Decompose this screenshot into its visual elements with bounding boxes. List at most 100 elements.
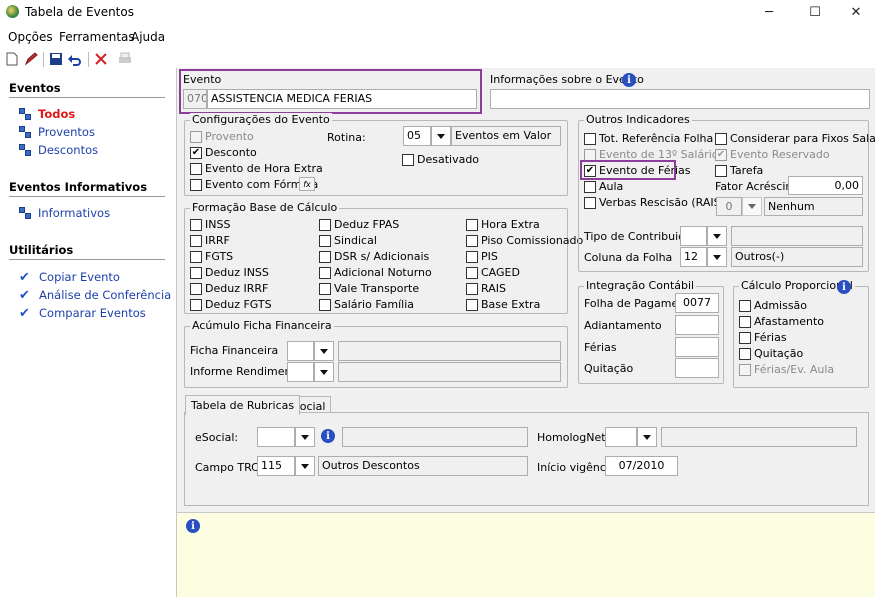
formacao-checkbox[interactable]: Hora Extra	[466, 218, 540, 231]
config-group-label: Configurações do Evento	[190, 113, 332, 126]
ferias-contabil-label: Férias	[584, 341, 617, 354]
save-icon[interactable]	[48, 51, 64, 67]
rotina-dropdown[interactable]	[431, 126, 451, 146]
informe-rendimentos-dropdown[interactable]	[314, 362, 334, 382]
hora-extra-checkbox[interactable]: Evento de Hora Extra	[190, 162, 323, 175]
ferias-contabil-field[interactable]	[675, 337, 719, 357]
list-icon	[19, 125, 32, 139]
desconto-checkbox[interactable]: ✔ Desconto	[190, 146, 257, 159]
ficha-financeira-label: Ficha Financeira	[190, 344, 279, 357]
menu-ajuda[interactable]: Ajuda	[131, 30, 165, 44]
inicio-vigencia-field[interactable]: 07/2010	[605, 456, 678, 476]
formacao-checkbox[interactable]: Base Extra	[466, 298, 540, 311]
evento-ferias-highlight-box	[580, 160, 676, 180]
edit-icon[interactable]	[23, 51, 39, 67]
tipo-contribuicao-field[interactable]	[680, 226, 707, 246]
maximize-button[interactable]: ☐	[792, 0, 838, 24]
formacao-checkbox[interactable]: RAIS	[466, 282, 506, 295]
menu-opcoes[interactable]: Opções	[8, 30, 53, 44]
evento-reservado-checkbox[interactable]: ✔ Evento Reservado	[715, 148, 830, 161]
checkmark-icon: ✔	[19, 305, 30, 321]
rotina-desc-field: Eventos em Valor	[451, 126, 561, 146]
formacao-checkbox[interactable]: Deduz IRRF	[190, 282, 268, 295]
formacao-checkbox[interactable]: Deduz INSS	[190, 266, 269, 279]
coluna-folha-label: Coluna da Folha	[584, 251, 673, 264]
aula-checkbox[interactable]: Aula	[584, 180, 623, 193]
ferias-proporcional-checkbox[interactable]: Férias	[739, 331, 787, 344]
acumulo-group-label: Acúmulo Ficha Financeira	[190, 319, 334, 332]
new-doc-icon[interactable]	[4, 51, 20, 67]
coluna-folha-field[interactable]: 12	[680, 247, 707, 267]
tot-referencia-checkbox[interactable]: Tot. Referência Folha	[584, 132, 713, 145]
formacao-checkbox[interactable]: Salário Família	[319, 298, 414, 311]
info-evento-field[interactable]	[490, 89, 870, 109]
app-icon	[6, 5, 19, 18]
formacao-checkbox[interactable]: Deduz FGTS	[190, 298, 272, 311]
homolognet-label: HomologNet:	[537, 431, 610, 444]
formacao-checkbox[interactable]: DSR s/ Adicionais	[319, 250, 429, 263]
formacao-checkbox[interactable]: Sindical	[319, 234, 377, 247]
tab-tabela-rubricas[interactable]: Tabela de Rubricas	[185, 395, 301, 415]
fator-acrescimo-field[interactable]: 0,00	[788, 176, 863, 195]
formacao-checkbox[interactable]: Adicional Noturno	[319, 266, 432, 279]
divider	[9, 97, 165, 98]
print-icon[interactable]	[117, 51, 133, 67]
memo-area[interactable]	[177, 512, 875, 597]
formula-fx-icon[interactable]: fx	[299, 177, 315, 191]
ficha-financeira-field[interactable]	[287, 341, 314, 361]
campo-trct-field[interactable]: 115	[257, 456, 295, 476]
sidebar-item-descontos[interactable]: Descontos	[19, 143, 98, 157]
tipo-contribuicao-dropdown[interactable]	[707, 226, 727, 246]
admissao-checkbox[interactable]: Admissão	[739, 299, 807, 312]
divider	[9, 259, 165, 260]
formacao-checkbox[interactable]: INSS	[190, 218, 230, 231]
quitacao-contabil-field[interactable]	[675, 358, 719, 378]
afastamento-checkbox[interactable]: Afastamento	[739, 315, 824, 328]
tarefa-checkbox[interactable]: Tarefa	[715, 164, 763, 177]
formacao-checkbox[interactable]: Piso Comissionado	[466, 234, 583, 247]
formacao-checkbox[interactable]: Vale Transporte	[319, 282, 419, 295]
considerar-fixos-checkbox[interactable]: Considerar para Fixos Salariais	[715, 132, 875, 145]
folha-pagamento-field[interactable]: 0077	[675, 293, 719, 313]
sidebar-item-comparar[interactable]: ✔ Comparar Eventos	[19, 306, 146, 320]
coluna-folha-dropdown[interactable]	[707, 247, 727, 267]
sidebar-item-todos[interactable]: Todos	[19, 107, 75, 121]
verbas-rescisao-checkbox[interactable]: Verbas Rescisão (RAIS)	[584, 196, 725, 209]
rotina-field[interactable]: 05	[403, 126, 431, 146]
formacao-checkbox[interactable]: IRRF	[190, 234, 230, 247]
undo-icon[interactable]	[67, 51, 83, 67]
esocial-field[interactable]	[257, 427, 295, 447]
sidebar-item-proventos[interactable]: Proventos	[19, 125, 95, 139]
adiantamento-field[interactable]	[675, 315, 719, 335]
ficha-financeira-dropdown[interactable]	[314, 341, 334, 361]
info-icon[interactable]: i	[622, 73, 636, 87]
homolognet-dropdown[interactable]	[637, 427, 657, 447]
homolognet-field[interactable]	[605, 427, 637, 447]
desativado-checkbox[interactable]: Desativado	[402, 153, 479, 166]
formacao-checkbox[interactable]: PIS	[466, 250, 498, 263]
provento-checkbox[interactable]: Provento	[190, 130, 254, 143]
verbas-rescisao-dropdown[interactable]	[742, 197, 762, 216]
sidebar-item-informativos[interactable]: Informativos	[19, 206, 110, 220]
formacao-checkbox[interactable]: FGTS	[190, 250, 233, 263]
informe-rendimentos-field[interactable]	[287, 362, 314, 382]
list-icon	[19, 107, 32, 121]
esocial-dropdown[interactable]	[295, 427, 315, 447]
coluna-folha-desc: Outros(-)	[731, 247, 863, 267]
delete-icon[interactable]	[93, 51, 109, 67]
verbas-rescisao-field[interactable]: 0	[716, 197, 742, 216]
sidebar-item-analise[interactable]: ✔ Análise de Conferência	[19, 288, 171, 302]
sidebar-item-copiar[interactable]: ✔ Copiar Evento	[19, 270, 120, 284]
minimize-button[interactable]: ─	[746, 0, 792, 24]
quitacao-proporcional-checkbox[interactable]: Quitação	[739, 347, 803, 360]
toolbar-separator	[43, 52, 44, 67]
formacao-checkbox[interactable]: CAGED	[466, 266, 520, 279]
campo-trct-dropdown[interactable]	[295, 456, 315, 476]
esocial-info-icon[interactable]: i	[321, 429, 335, 443]
ferias-aula-checkbox[interactable]: Férias/Ev. Aula	[739, 363, 834, 376]
formacao-checkbox[interactable]: Deduz FPAS	[319, 218, 399, 231]
close-button[interactable]: ✕	[833, 0, 875, 24]
menu-ferramentas[interactable]: Ferramentas	[59, 30, 135, 44]
sidebar-eventos-title: Eventos	[9, 81, 61, 95]
calculo-info-icon[interactable]: i	[837, 280, 851, 294]
